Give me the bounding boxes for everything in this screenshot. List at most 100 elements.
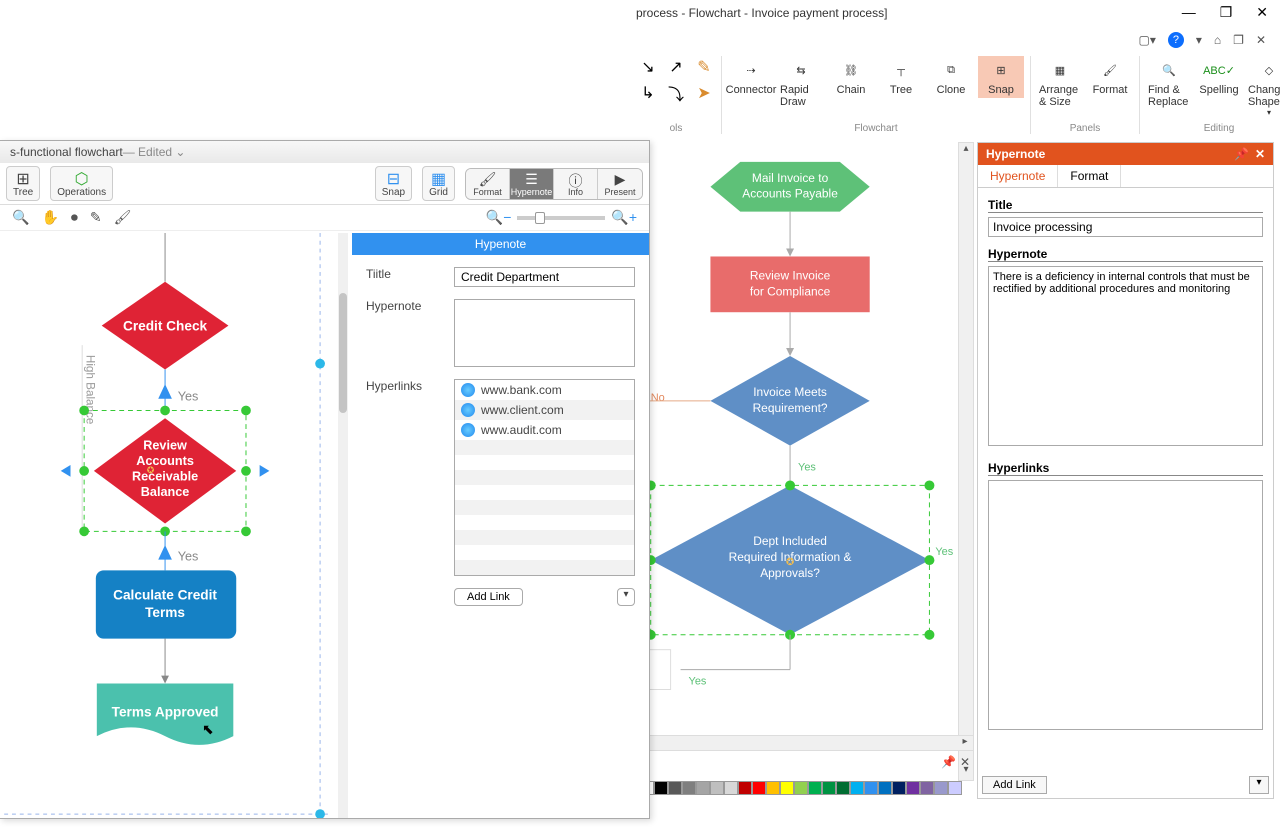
format-button[interactable]: 🖌Format — [1087, 56, 1133, 98]
seg-present[interactable]: ▶Present — [598, 169, 642, 199]
palette-swatch[interactable] — [724, 781, 738, 795]
stamp-tool-icon[interactable]: ⏺ — [71, 209, 78, 226]
spelling-button[interactable]: ABC✓Spelling — [1196, 56, 1242, 98]
node-calculate-credit[interactable]: Calculate Credit — [113, 588, 217, 603]
scroll-right-icon[interactable]: ▸ — [957, 736, 973, 750]
link-item[interactable]: www.client.com — [455, 400, 634, 420]
palette-swatch[interactable] — [906, 781, 920, 795]
window-maximize[interactable]: ❐ — [1220, 4, 1233, 21]
pin-icon[interactable]: 📌 — [1234, 147, 1249, 161]
clone-button[interactable]: ⧉Clone — [928, 56, 974, 98]
find-replace-button[interactable]: 🔍Find & Replace — [1146, 56, 1192, 110]
palette-swatch[interactable] — [794, 781, 808, 795]
inspector-note-box[interactable] — [454, 299, 635, 367]
quick-close-icon[interactable]: ✕ — [1256, 33, 1266, 47]
svg-text:Yes: Yes — [178, 390, 199, 404]
links-box[interactable] — [988, 480, 1263, 730]
palette-swatch[interactable] — [892, 781, 906, 795]
zoom-out-icon[interactable]: 🔍− — [486, 209, 512, 226]
mac-operations-button[interactable]: ⬡Operations — [50, 166, 113, 201]
scroll-up-icon[interactable]: ▴ — [959, 143, 973, 159]
window-title: process - Flowchart - Invoice payment pr… — [636, 6, 887, 20]
node-dept-approvals[interactable]: Dept Included — [753, 534, 827, 548]
quick-dropdown[interactable]: ▢▾ — [1139, 33, 1156, 47]
seg-format[interactable]: 🖌Format — [466, 169, 510, 199]
window-close[interactable]: ✕ — [1256, 4, 1268, 21]
inspector-title-input[interactable] — [454, 267, 635, 287]
node-invoice-meets[interactable]: Invoice Meets — [753, 385, 827, 399]
connector-style-icons[interactable]: ↘↗✎ ↳⤵➤ — [637, 56, 715, 104]
quick-restore-icon[interactable]: ❐ — [1233, 33, 1244, 47]
tree-button[interactable]: ┬Tree — [878, 56, 924, 98]
quick-aux1[interactable]: ▾ — [1196, 33, 1202, 47]
palette-swatch[interactable] — [780, 781, 794, 795]
palette-swatch[interactable] — [920, 781, 934, 795]
eyedropper-tool-icon[interactable]: ✎ — [90, 209, 102, 226]
vertical-scrollbar[interactable]: ▴ ▾ — [958, 142, 974, 781]
palette-swatch[interactable] — [864, 781, 878, 795]
mac-canvas[interactable]: High Balance Credit Check Yes Review Acc… — [0, 233, 335, 818]
node-terms-approved[interactable]: Terms Approved — [112, 705, 219, 720]
palette-swatch[interactable] — [822, 781, 836, 795]
horizontal-scrollbar[interactable]: ▸ — [640, 735, 974, 751]
edge-yes2-label: Yes — [935, 546, 953, 558]
palette-swatch[interactable] — [850, 781, 864, 795]
close-icon[interactable]: ✕ — [1255, 147, 1265, 161]
inspector-add-link-button[interactable]: Add Link — [454, 588, 523, 606]
add-link-dropdown[interactable]: ▾ — [1249, 776, 1269, 794]
hand-tool-icon[interactable]: ✋ — [41, 209, 58, 226]
node-credit-check[interactable]: Credit Check — [123, 319, 208, 334]
node-review-ar[interactable]: Review — [143, 438, 187, 452]
palette-swatch[interactable] — [654, 781, 668, 795]
color-palette[interactable] — [640, 781, 962, 795]
mac-window: s-functional flowchart — Edited ⌄ ⊞Tree … — [0, 140, 650, 819]
seg-info[interactable]: ⓘInfo — [554, 169, 598, 199]
mac-snap-button[interactable]: ⊟Snap — [375, 166, 412, 201]
svg-text:Requirement?: Requirement? — [753, 401, 828, 415]
note-textarea[interactable]: There is a deficiency in internal contro… — [988, 266, 1263, 446]
palette-swatch[interactable] — [668, 781, 682, 795]
palette-swatch[interactable] — [934, 781, 948, 795]
zoom-slider[interactable] — [517, 216, 605, 220]
window-minimize[interactable]: — — [1182, 4, 1196, 21]
inspector-links-box[interactable]: www.bank.com www.client.com www.audit.co… — [454, 379, 635, 576]
zoom-in-icon[interactable]: 🔍+ — [611, 209, 637, 226]
title-input[interactable] — [988, 217, 1263, 237]
mac-scrollbar[interactable] — [338, 233, 348, 818]
tab-hypernote[interactable]: Hypernote — [978, 165, 1058, 187]
snap-button[interactable]: ⊞Snap — [978, 56, 1024, 98]
chain-button[interactable]: ⛓Chain — [828, 56, 874, 98]
tab-format[interactable]: Format — [1058, 165, 1121, 187]
close-small-icon[interactable]: ✕ — [960, 755, 970, 769]
palette-swatch[interactable] — [696, 781, 710, 795]
palette-swatch[interactable] — [710, 781, 724, 795]
palette-swatch[interactable] — [682, 781, 696, 795]
mac-grid-button[interactable]: ▦Grid — [422, 166, 455, 201]
palette-swatch[interactable] — [836, 781, 850, 795]
change-shape-button[interactable]: ◇Change Shape▾ — [1246, 56, 1280, 119]
quick-home-icon[interactable]: ⌂ — [1214, 33, 1221, 47]
seg-hypernote[interactable]: ☰Hypernote — [510, 169, 554, 199]
help-icon[interactable]: ? — [1168, 32, 1184, 48]
svg-text:✪: ✪ — [147, 465, 155, 475]
palette-swatch[interactable] — [878, 781, 892, 795]
connector-button[interactable]: ⇢Connector — [728, 56, 774, 98]
palette-swatch[interactable] — [766, 781, 780, 795]
arrange-size-button[interactable]: ▦Arrange & Size — [1037, 56, 1083, 110]
link-item[interactable]: www.audit.com — [455, 420, 634, 440]
mac-tree-button[interactable]: ⊞Tree — [6, 166, 40, 201]
palette-swatch[interactable] — [948, 781, 962, 795]
rapid-draw-button[interactable]: ⇆Rapid Draw — [778, 56, 824, 110]
pin-icon[interactable]: 📌 — [941, 755, 956, 769]
search-tool-icon[interactable]: 🔍 — [12, 209, 29, 226]
brush-tool-icon[interactable]: 🖌 — [114, 209, 132, 226]
palette-swatch[interactable] — [738, 781, 752, 795]
link-item[interactable]: www.bank.com — [455, 380, 634, 400]
flowchart-canvas[interactable]: Mail Invoice to Accounts Payable Review … — [640, 142, 970, 799]
node-mail-invoice[interactable]: Mail Invoice to — [752, 171, 829, 185]
palette-swatch[interactable] — [808, 781, 822, 795]
inspector-add-link-dropdown[interactable]: ▾ — [617, 588, 635, 606]
palette-swatch[interactable] — [752, 781, 766, 795]
add-link-button[interactable]: Add Link — [982, 776, 1047, 794]
node-review-invoice[interactable]: Review Invoice — [750, 268, 831, 282]
